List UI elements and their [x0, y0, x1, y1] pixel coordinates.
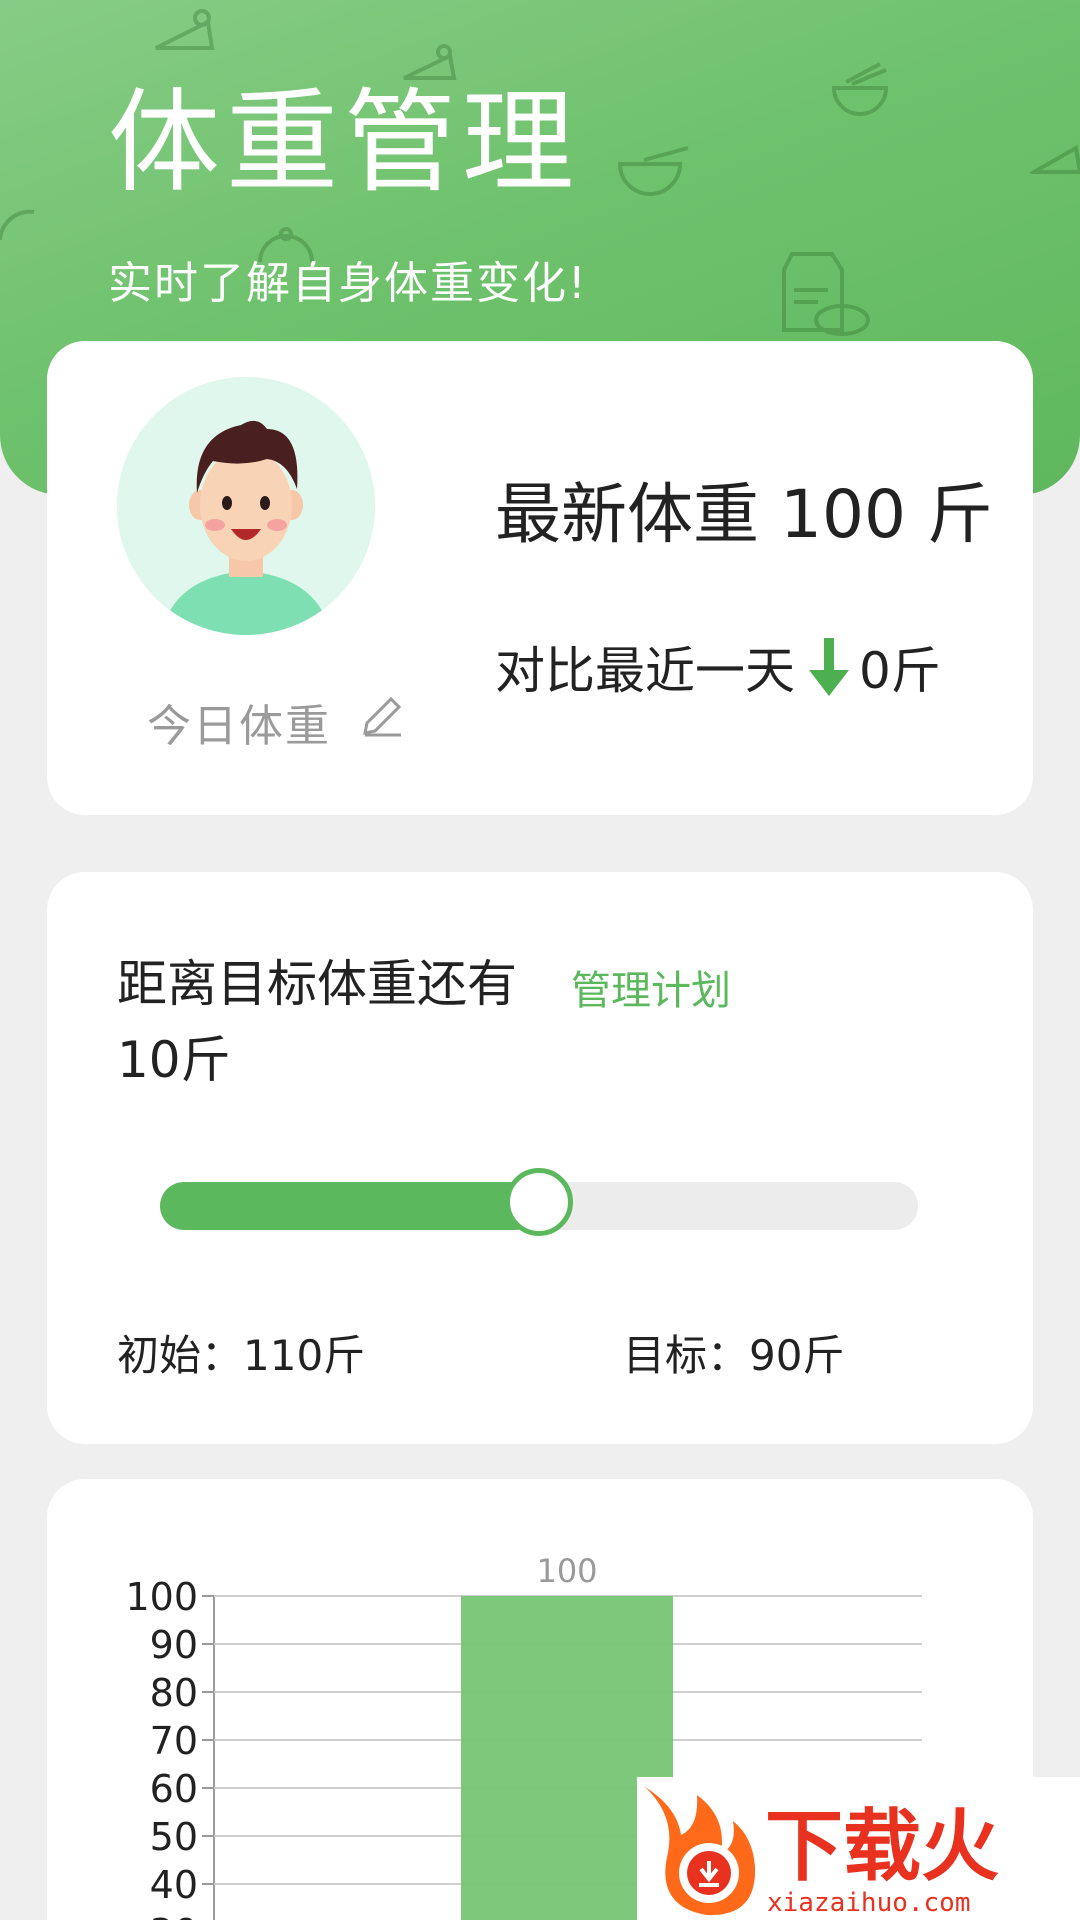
- watermark-flame-icon: 下载火 xiazaihuo.com: [645, 1787, 999, 1918]
- y-tick-label: 80: [150, 1671, 198, 1715]
- bar-value-label: 100: [536, 1552, 597, 1590]
- compare-value: 0斤: [859, 642, 941, 700]
- down-arrow-icon: [809, 638, 849, 696]
- y-tick-label: 50: [150, 1815, 198, 1859]
- y-tick-label: 100: [125, 1575, 198, 1619]
- y-tick-label: 40: [150, 1863, 198, 1907]
- edit-pencil-icon[interactable]: [359, 693, 405, 739]
- weight-card: 今日体重 最新体重 100 斤 对比最近一天 0斤: [47, 341, 1033, 815]
- dish-cover-icon: [0, 209, 35, 241]
- cake-slice-icon: [1030, 144, 1080, 174]
- target-weight-label: 目标：90斤: [623, 1331, 845, 1380]
- y-tick-label: 70: [150, 1719, 198, 1763]
- goal-progress-track: [160, 1168, 918, 1236]
- cake-slice-icon: [155, 9, 215, 50]
- start-weight-label: 初始：110斤: [117, 1331, 366, 1380]
- watermark-logo: 下载火 xiazaihuo.com: [637, 1777, 1080, 1920]
- today-weight-label: 今日体重: [147, 701, 331, 752]
- goal-card: 距离目标体重还有 管理计划 10斤 初始：110斤 目标：90斤: [47, 872, 1033, 1444]
- noodle-bowl-icon: [831, 62, 889, 116]
- page: 体重管理 实时了解自身体重变化! 今日体重 最新体重 100 斤 对比最近一天 …: [0, 0, 1080, 1920]
- latest-weight-text: 最新体重 100 斤: [495, 476, 993, 553]
- page-subtitle: 实时了解自身体重变化!: [108, 258, 588, 309]
- y-tick-label: 90: [150, 1623, 198, 1667]
- page-title: 体重管理: [108, 78, 580, 208]
- compare-row: 对比最近一天 0斤: [495, 631, 941, 703]
- svg-text:xiazaihuo.com: xiazaihuo.com: [767, 1888, 971, 1918]
- noodle-bowl-icon: [617, 146, 689, 196]
- goal-progress-thumb[interactable]: [505, 1168, 573, 1236]
- compare-label: 对比最近一天: [495, 642, 795, 700]
- goal-title: 距离目标体重还有: [117, 955, 517, 1013]
- avatar: [117, 377, 375, 635]
- goal-progress-fill: [160, 1182, 539, 1230]
- manage-plan-link[interactable]: 管理计划: [571, 958, 731, 1016]
- y-tick-label: 60: [150, 1767, 198, 1811]
- boy-avatar-icon: [117, 377, 375, 635]
- svg-text:下载火: 下载火: [765, 1802, 999, 1892]
- milk-bread-icon: [782, 252, 870, 336]
- y-tick-label: 30: [150, 1911, 198, 1920]
- remaining-weight: 10斤: [117, 1031, 231, 1089]
